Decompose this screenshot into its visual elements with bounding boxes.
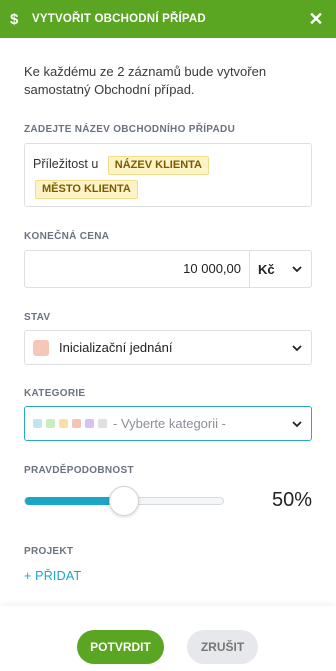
status-select[interactable]: Inicializační jednání [24,330,312,365]
price-field: 10 000,00 Kč [24,250,312,288]
currency-value: Kč [258,261,275,277]
status-value: Inicializační jednání [59,340,173,355]
dollar-icon: $ [10,10,19,28]
dialog-footer [0,606,336,671]
status-color-swatch [33,339,49,356]
probability-slider[interactable] [24,486,224,516]
project-field-label: PROJEKT [24,546,74,557]
dialog-header: $ VYTVOŘIT OBCHODNÍ PŘÍPAD ✕ [0,0,336,38]
client-city-tag[interactable]: MĚSTO KLIENTA [35,180,138,199]
category-dot [85,419,94,428]
deal-name-field[interactable]: Příležitost u NÁZEV KLIENTA MĚSTO KLIENT… [24,143,312,207]
name-field-label: ZADEJTE NÁZEV OBCHODNÍHO PŘÍPADU [24,124,236,135]
probability-field-label: PRAVDĚPODOBNOST [24,465,134,476]
category-placeholder: - Vyberte kategorii - [113,416,226,431]
intro-text: Ke každému ze 2 záznamů bude vytvořen sa… [24,64,267,97]
add-project-link[interactable]: + PŘIDAT [24,569,81,583]
category-dot [59,419,68,428]
chevron-down-icon [292,344,302,351]
category-dot [46,419,55,428]
price-input[interactable]: 10 000,00 [25,251,249,287]
category-color-dots [33,419,107,428]
probability-value: 50% [271,489,312,511]
category-dot [33,419,42,428]
close-icon[interactable]: ✕ [306,9,326,30]
status-field-label: STAV [24,312,51,323]
slider-thumb[interactable] [109,486,139,516]
chevron-down-icon [292,420,302,427]
price-field-label: KONEČNÁ CENA [24,231,110,242]
dialog-title: VYTVOŘIT OBCHODNÍ PŘÍPAD [32,13,206,25]
currency-select[interactable]: Kč [249,251,311,287]
chevron-down-icon [292,266,302,273]
category-dot [98,419,107,428]
category-select[interactable]: - Vyberte kategorii - [24,406,312,441]
cancel-button[interactable]: ZRUŠIT [187,630,258,664]
category-field-label: KATEGORIE [24,388,86,399]
name-prefix-text: Příležitost u [33,157,99,171]
client-name-tag[interactable]: NÁZEV KLIENTA [107,156,209,175]
category-dot [72,419,81,428]
confirm-button[interactable]: POTVRDIT [77,630,164,664]
